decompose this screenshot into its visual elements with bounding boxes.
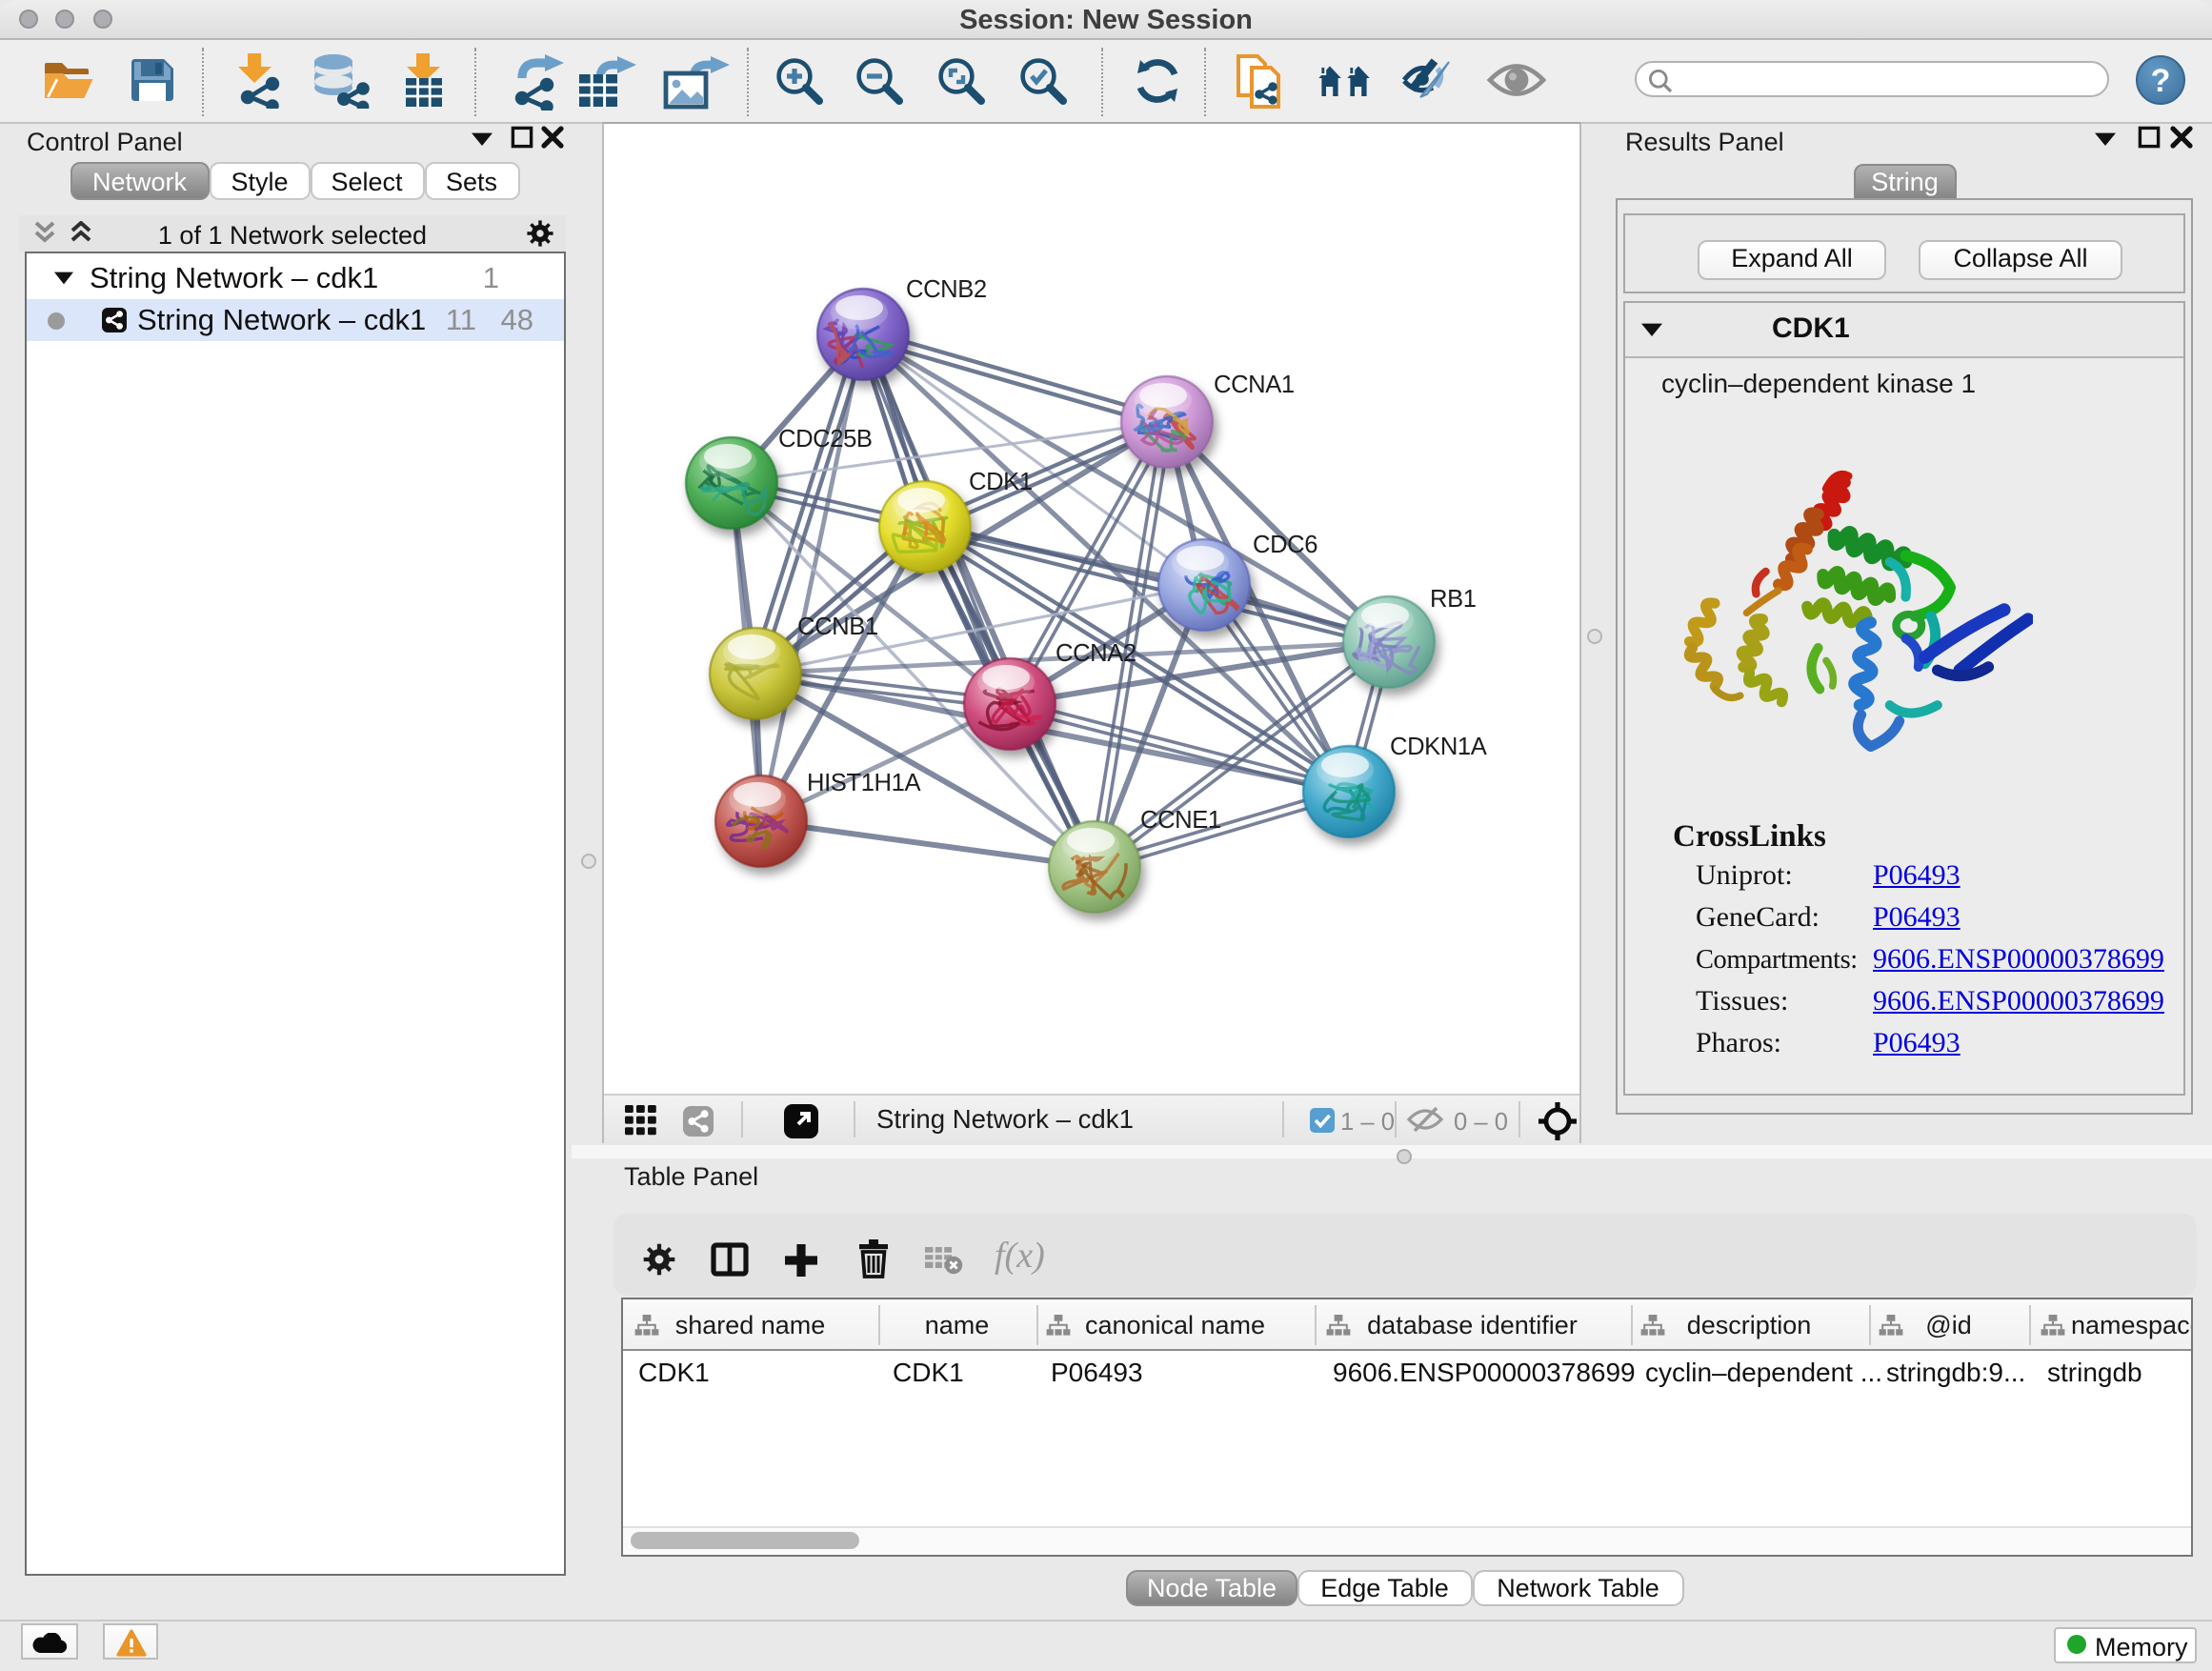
svg-text:CDC25B: CDC25B — [778, 426, 873, 453]
svg-text:CCNA2: CCNA2 — [1056, 640, 1136, 667]
svg-text:CCNA1: CCNA1 — [1214, 372, 1295, 398]
svg-text:CDC6: CDC6 — [1253, 532, 1317, 558]
svg-text:HIST1H1A: HIST1H1A — [807, 770, 921, 796]
svg-text:RB1: RB1 — [1430, 586, 1477, 613]
svg-text:CCNE1: CCNE1 — [1140, 807, 1221, 834]
svg-text:CDK1: CDK1 — [969, 469, 1033, 495]
svg-text:CCNB2: CCNB2 — [906, 276, 987, 303]
svg-text:CCNB1: CCNB1 — [797, 614, 878, 640]
svg-text:CDKN1A: CDKN1A — [1390, 734, 1488, 760]
